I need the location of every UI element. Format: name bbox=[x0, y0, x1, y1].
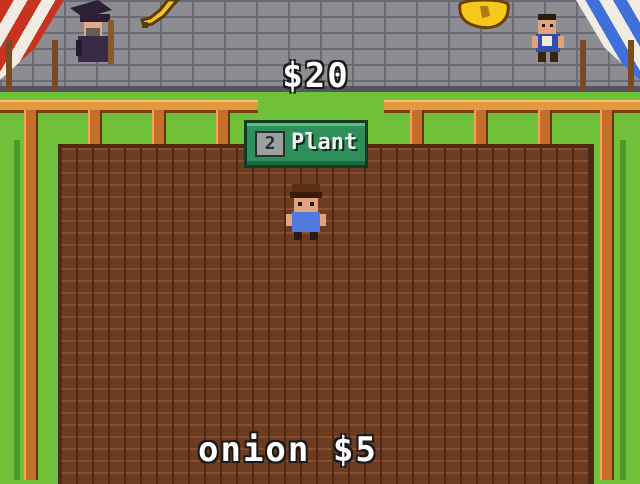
wizard-character bbox=[70, 0, 114, 64]
fence-side-post bbox=[600, 140, 614, 480]
fence-side-rail bbox=[620, 140, 626, 480]
shopkeeper-character bbox=[532, 14, 564, 62]
bunting-pole bbox=[6, 40, 12, 92]
selected-item-price: $5 bbox=[332, 430, 378, 470]
fence-post bbox=[24, 110, 38, 144]
fence-side-post bbox=[24, 140, 38, 480]
fence-post bbox=[88, 110, 102, 144]
fence-post bbox=[600, 110, 614, 144]
hotkey-badge: 2 bbox=[255, 131, 285, 157]
fence-post bbox=[538, 110, 552, 144]
money-counter: $20 bbox=[282, 56, 350, 96]
plant-button[interactable]: 2 Plant bbox=[244, 120, 368, 168]
fence-post bbox=[474, 110, 488, 144]
lemon-icon bbox=[458, 0, 510, 30]
fence-post bbox=[410, 110, 424, 144]
fence-side-rail bbox=[14, 140, 20, 480]
plant-label: Plant bbox=[291, 130, 358, 155]
banana-icon bbox=[140, 0, 181, 28]
fence-post bbox=[216, 110, 230, 144]
selected-item-name: onion bbox=[198, 430, 311, 470]
bunting-pole bbox=[580, 40, 586, 92]
bunting-pole bbox=[628, 40, 634, 92]
selected-item-label: onion $5 bbox=[198, 430, 438, 474]
fence-post bbox=[152, 110, 166, 144]
bunting-pole bbox=[52, 40, 58, 92]
farmer-character bbox=[286, 184, 326, 240]
